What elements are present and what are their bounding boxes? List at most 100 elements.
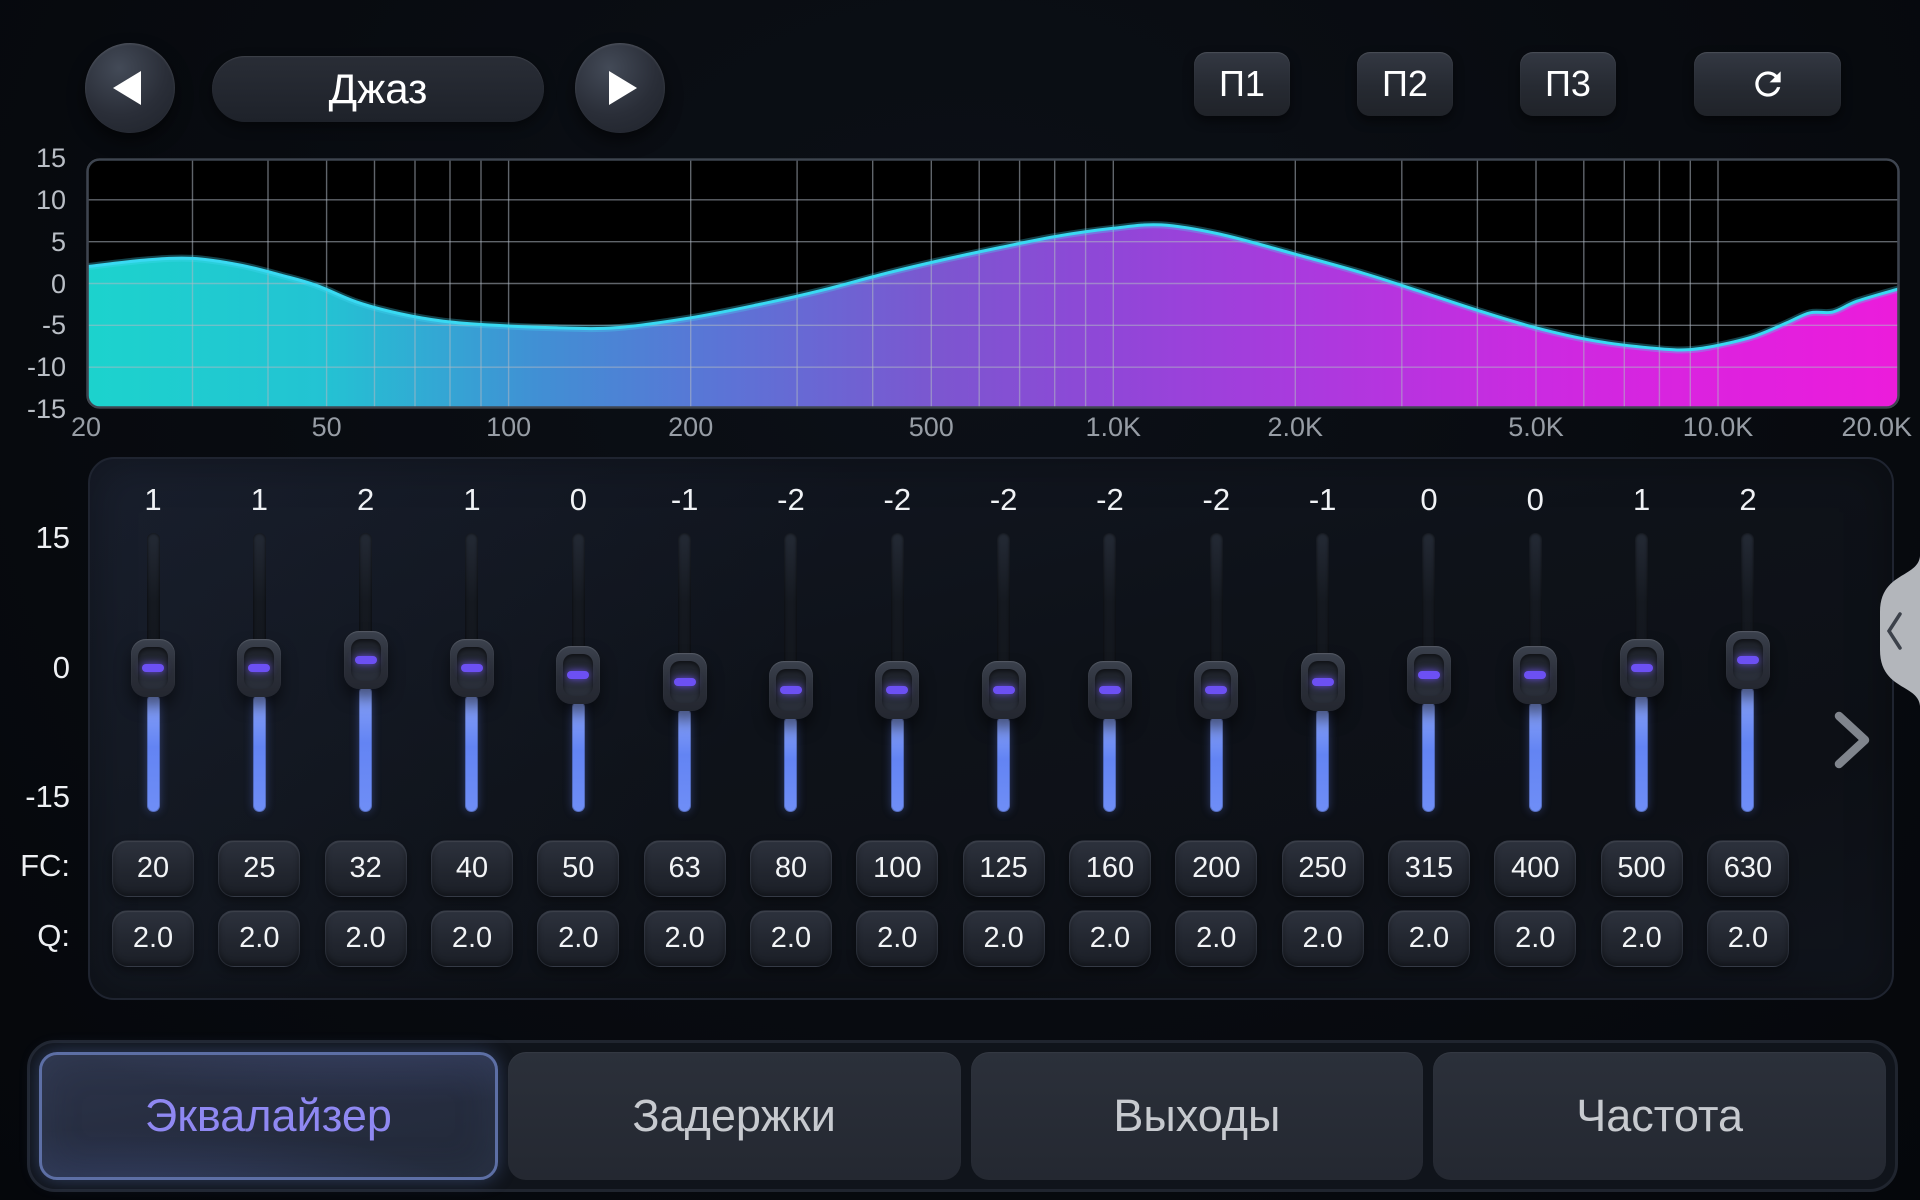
- band-q-button[interactable]: 2.0: [1388, 910, 1470, 967]
- band-gain-value: 1: [111, 484, 195, 516]
- gain-slider-thumb[interactable]: [1726, 631, 1770, 689]
- band-fc-button[interactable]: 400: [1494, 840, 1576, 897]
- thumb-grip-icon: [142, 664, 164, 672]
- band-fc-button[interactable]: 315: [1388, 840, 1470, 897]
- gain-slider-fill: [1529, 701, 1542, 812]
- x-axis-tick-label: 20.0K: [1841, 412, 1912, 442]
- gain-slider-fill: [1422, 701, 1435, 812]
- band-gain-value: -1: [1281, 484, 1365, 516]
- gain-slider-thumb[interactable]: [450, 639, 494, 697]
- band-fc-button[interactable]: 125: [963, 840, 1045, 897]
- thumb-grip-icon: [1312, 678, 1334, 686]
- reset-button[interactable]: [1694, 52, 1841, 116]
- band-fc-button[interactable]: 500: [1601, 840, 1683, 897]
- gain-slider-fill: [465, 694, 478, 812]
- preset-name[interactable]: Джаз: [212, 56, 544, 122]
- thumb-grip-icon: [1099, 686, 1121, 694]
- x-axis-tick-label: 2.0K: [1268, 412, 1324, 442]
- gain-slider-thumb[interactable]: [982, 661, 1026, 719]
- band-fc-button[interactable]: 160: [1069, 840, 1151, 897]
- band-fc-button[interactable]: 63: [644, 840, 726, 897]
- band-gain-value: -1: [643, 484, 727, 516]
- gain-slider-thumb[interactable]: [1513, 646, 1557, 704]
- x-axis-tick-label: 100: [486, 412, 531, 442]
- tab-частота[interactable]: Частота: [1433, 1052, 1886, 1180]
- band-fc-button[interactable]: 20: [112, 840, 194, 897]
- gain-slider-thumb[interactable]: [1301, 653, 1345, 711]
- thumb-grip-icon: [993, 686, 1015, 694]
- band-gain-value: 0: [1493, 484, 1577, 516]
- x-axis-tick-label: 20: [71, 412, 101, 442]
- band-q-button[interactable]: 2.0: [856, 910, 938, 967]
- previous-preset-button[interactable]: [85, 43, 175, 133]
- gain-slider-thumb[interactable]: [1088, 661, 1132, 719]
- band-fc-button[interactable]: 50: [537, 840, 619, 897]
- gain-slider-fill: [997, 716, 1010, 812]
- reset-icon: [1749, 65, 1787, 103]
- gain-slider-thumb[interactable]: [1620, 639, 1664, 697]
- band-q-button[interactable]: 2.0: [325, 910, 407, 967]
- memory-preset-1-label: П1: [1219, 63, 1265, 105]
- band-fc-button[interactable]: 40: [431, 840, 513, 897]
- gain-slider-thumb[interactable]: [344, 631, 388, 689]
- band-q-button[interactable]: 2.0: [750, 910, 832, 967]
- tab-эквалайзер[interactable]: Эквалайзер: [39, 1052, 498, 1180]
- band-q-button[interactable]: 2.0: [963, 910, 1045, 967]
- thumb-grip-icon: [674, 678, 696, 686]
- x-axis-tick-label: 500: [909, 412, 954, 442]
- y-axis-tick-label: -5: [10, 309, 66, 341]
- band-q-button[interactable]: 2.0: [644, 910, 726, 967]
- gain-slider-thumb[interactable]: [1194, 661, 1238, 719]
- gain-slider-thumb[interactable]: [1407, 646, 1451, 704]
- gain-slider-thumb[interactable]: [875, 661, 919, 719]
- band-fc-button[interactable]: 100: [856, 840, 938, 897]
- memory-preset-1-button[interactable]: П1: [1194, 52, 1290, 116]
- gain-slider-thumb[interactable]: [237, 639, 281, 697]
- next-bands-page-button[interactable]: [1832, 708, 1872, 772]
- equalizer-screen: Джаз П1 П2 П3 1 5 10 50 -5: [0, 0, 1920, 1200]
- band-q-button[interactable]: 2.0: [1601, 910, 1683, 967]
- tab-выходы[interactable]: Выходы: [971, 1052, 1424, 1180]
- band-q-button[interactable]: 2.0: [1494, 910, 1576, 967]
- band-fc-button[interactable]: 630: [1707, 840, 1789, 897]
- next-preset-button[interactable]: [575, 43, 665, 133]
- gain-slider-fill: [1103, 716, 1116, 812]
- gain-slider-thumb[interactable]: [556, 646, 600, 704]
- band-q-button[interactable]: 2.0: [1282, 910, 1364, 967]
- x-axis-tick-label: 200: [668, 412, 713, 442]
- gain-slider-thumb[interactable]: [663, 653, 707, 711]
- bottom-tab-bar: ЭквалайзерЗадержкиВыходыЧастота: [27, 1040, 1898, 1192]
- band-q-button[interactable]: 2.0: [1175, 910, 1257, 967]
- gain-slider-thumb[interactable]: [131, 639, 175, 697]
- y-axis-tick-label: 10: [10, 184, 66, 216]
- band-fc-button[interactable]: 250: [1282, 840, 1364, 897]
- thumb-grip-icon: [1737, 656, 1759, 664]
- y-axis-tick-label: -15: [10, 393, 66, 425]
- gain-scale-min-label: -15: [6, 781, 70, 813]
- band-fc-button[interactable]: 32: [325, 840, 407, 897]
- y-axis-tick-label: 5: [10, 226, 66, 258]
- band-q-button[interactable]: 2.0: [431, 910, 513, 967]
- gain-slider-thumb[interactable]: [769, 661, 813, 719]
- thumb-grip-icon: [780, 686, 802, 694]
- band-q-button[interactable]: 2.0: [537, 910, 619, 967]
- memory-preset-3-button[interactable]: П3: [1520, 52, 1616, 116]
- gain-slider-fill: [1210, 716, 1223, 812]
- band-q-button[interactable]: 2.0: [1069, 910, 1151, 967]
- band-fc-button[interactable]: 200: [1175, 840, 1257, 897]
- band-q-button[interactable]: 2.0: [1707, 910, 1789, 967]
- band-fc-button[interactable]: 80: [750, 840, 832, 897]
- gain-slider-fill: [1635, 694, 1648, 812]
- band-q-button[interactable]: 2.0: [112, 910, 194, 967]
- tab-задержки[interactable]: Задержки: [508, 1052, 961, 1180]
- x-axis-tick-label: 1.0K: [1086, 412, 1142, 442]
- band-gain-value: -2: [1068, 484, 1152, 516]
- side-drawer-handle[interactable]: [1862, 556, 1920, 706]
- band-fc-button[interactable]: 25: [218, 840, 300, 897]
- memory-preset-2-button[interactable]: П2: [1357, 52, 1453, 116]
- band-q-button[interactable]: 2.0: [218, 910, 300, 967]
- x-axis-tick-label: 10.0K: [1683, 412, 1754, 442]
- q-row-label: Q:: [6, 920, 70, 952]
- band-gain-value: 0: [1387, 484, 1471, 516]
- fc-row-label: FC:: [6, 850, 70, 882]
